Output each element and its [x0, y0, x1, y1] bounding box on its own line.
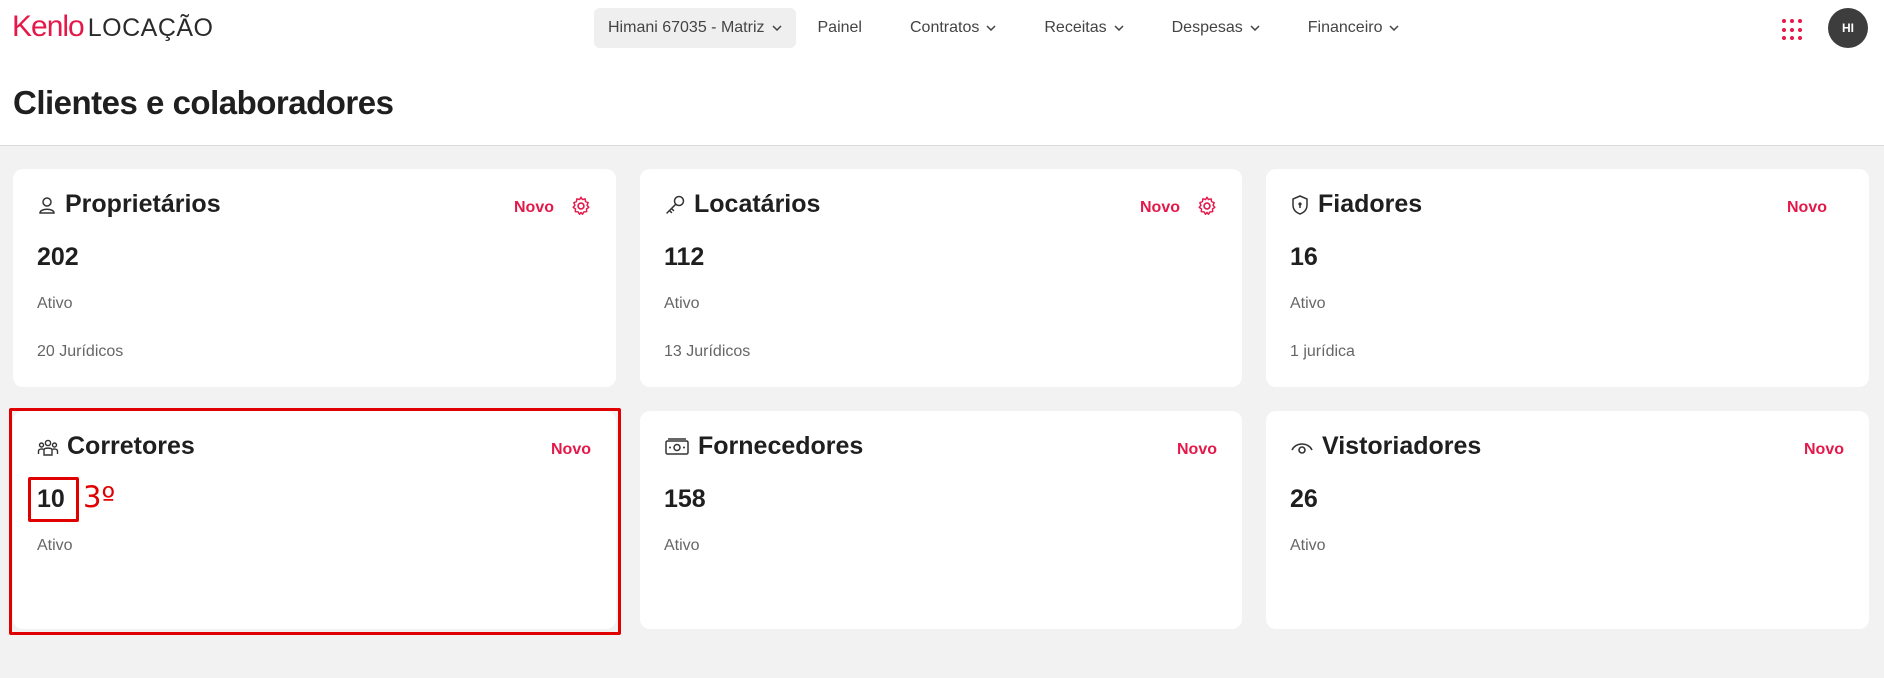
card-title[interactable]: Corretores [37, 432, 195, 461]
nav-item-painel[interactable]: Painel [806, 8, 886, 48]
chevron-down-icon [771, 25, 782, 31]
card-count: 202 [37, 243, 79, 271]
card-count: 16 [1290, 243, 1318, 271]
card-juridicos: 13 Jurídicos [664, 343, 751, 360]
top-bar: Kenlo LOCAÇÃO Himani 67035 - Matriz Pain… [0, 0, 1884, 146]
card-title[interactable]: Fornecedores [664, 432, 863, 461]
key-icon [666, 195, 685, 214]
card-fornecedores: Fornecedores Novo 158 Ativo [640, 411, 1242, 629]
logo-brand: Kenlo [12, 10, 85, 43]
eye-icon [1291, 442, 1313, 454]
card-count: 10 [37, 485, 65, 513]
card-status: Ativo [1290, 295, 1326, 312]
card-fiadores: Fiadores Novo 16 Ativo 1 jurídica [1266, 169, 1869, 387]
branch-selector-label: Himani 67035 - Matriz [608, 19, 765, 36]
card-title[interactable]: Locatários [664, 190, 820, 219]
branch-selector[interactable]: Himani 67035 - Matriz [594, 8, 796, 48]
user-icon [39, 196, 55, 214]
card-corretores: Corretores Novo 10 Ativo [13, 411, 616, 629]
card-count: 158 [664, 485, 706, 513]
chevron-down-icon [1114, 25, 1124, 31]
chevron-down-icon [986, 25, 996, 31]
gear-icon[interactable] [570, 195, 592, 217]
avatar-initials: HI [1842, 21, 1854, 35]
page-title: Clientes e colaboradores [13, 84, 394, 121]
shield-icon [1292, 194, 1308, 215]
card-title-label: Fiadores [1318, 190, 1423, 218]
chevron-down-icon [1389, 25, 1399, 31]
gear-icon[interactable] [1196, 195, 1218, 217]
card-status: Ativo [664, 295, 700, 312]
card-title[interactable]: Fiadores [1290, 190, 1422, 219]
card-status: Ativo [1290, 537, 1326, 554]
card-title[interactable]: Proprietários [37, 190, 221, 219]
card-proprietarios: Proprietários Novo 202 Ativo 20 Jurídico… [13, 169, 616, 387]
avatar[interactable]: HI [1828, 8, 1868, 48]
card-juridicos: 1 jurídica [1290, 343, 1355, 360]
card-status: Ativo [664, 537, 700, 554]
card-title-label: Proprietários [65, 190, 221, 218]
nav-item-label: Receitas [1044, 19, 1107, 36]
chevron-down-icon [1250, 25, 1260, 31]
card-juridicos: 20 Jurídicos [37, 343, 124, 360]
nav-item-financeiro[interactable]: Financeiro [1284, 8, 1424, 48]
logo-product: LOCAÇÃO [87, 14, 214, 42]
card-title-label: Fornecedores [698, 432, 864, 460]
nav-item-label: Painel [817, 19, 862, 36]
card-title-label: Locatários [694, 190, 821, 218]
nav-item-despesas[interactable]: Despesas [1148, 8, 1284, 48]
card-vistoriadores: Vistoriadores Novo 26 Ativo [1266, 411, 1869, 629]
card-count: 112 [664, 243, 705, 271]
nav-item-contratos[interactable]: Contratos [886, 8, 1020, 48]
card-locatarios: Locatários Novo 112 Ativo 13 Jurídicos [640, 169, 1242, 387]
cash-icon [665, 437, 689, 455]
apps-grid-icon[interactable] [1782, 19, 1804, 41]
card-title-label: Vistoriadores [1322, 432, 1482, 460]
card-status: Ativo [37, 537, 73, 554]
new-button[interactable]: Novo [514, 199, 554, 217]
new-button[interactable]: Novo [1787, 199, 1827, 217]
card-title-label: Corretores [67, 432, 195, 460]
card-count: 26 [1290, 485, 1318, 513]
nav-item-receitas[interactable]: Receitas [1020, 8, 1147, 48]
annotation-label: 3º [83, 480, 116, 514]
new-button[interactable]: Novo [1177, 441, 1217, 459]
main-nav: Himani 67035 - Matriz Painel Contratos R… [594, 8, 1423, 48]
nav-item-label: Despesas [1171, 19, 1243, 36]
logo[interactable]: Kenlo LOCAÇÃO [12, 10, 214, 46]
new-button[interactable]: Novo [1140, 199, 1180, 217]
nav-item-label: Contratos [909, 19, 980, 36]
nav-item-label: Financeiro [1307, 19, 1383, 36]
people-icon [37, 439, 59, 456]
new-button[interactable]: Novo [1804, 441, 1844, 459]
card-title[interactable]: Vistoriadores [1290, 432, 1481, 461]
new-button[interactable]: Novo [551, 441, 591, 459]
card-status: Ativo [37, 295, 73, 312]
